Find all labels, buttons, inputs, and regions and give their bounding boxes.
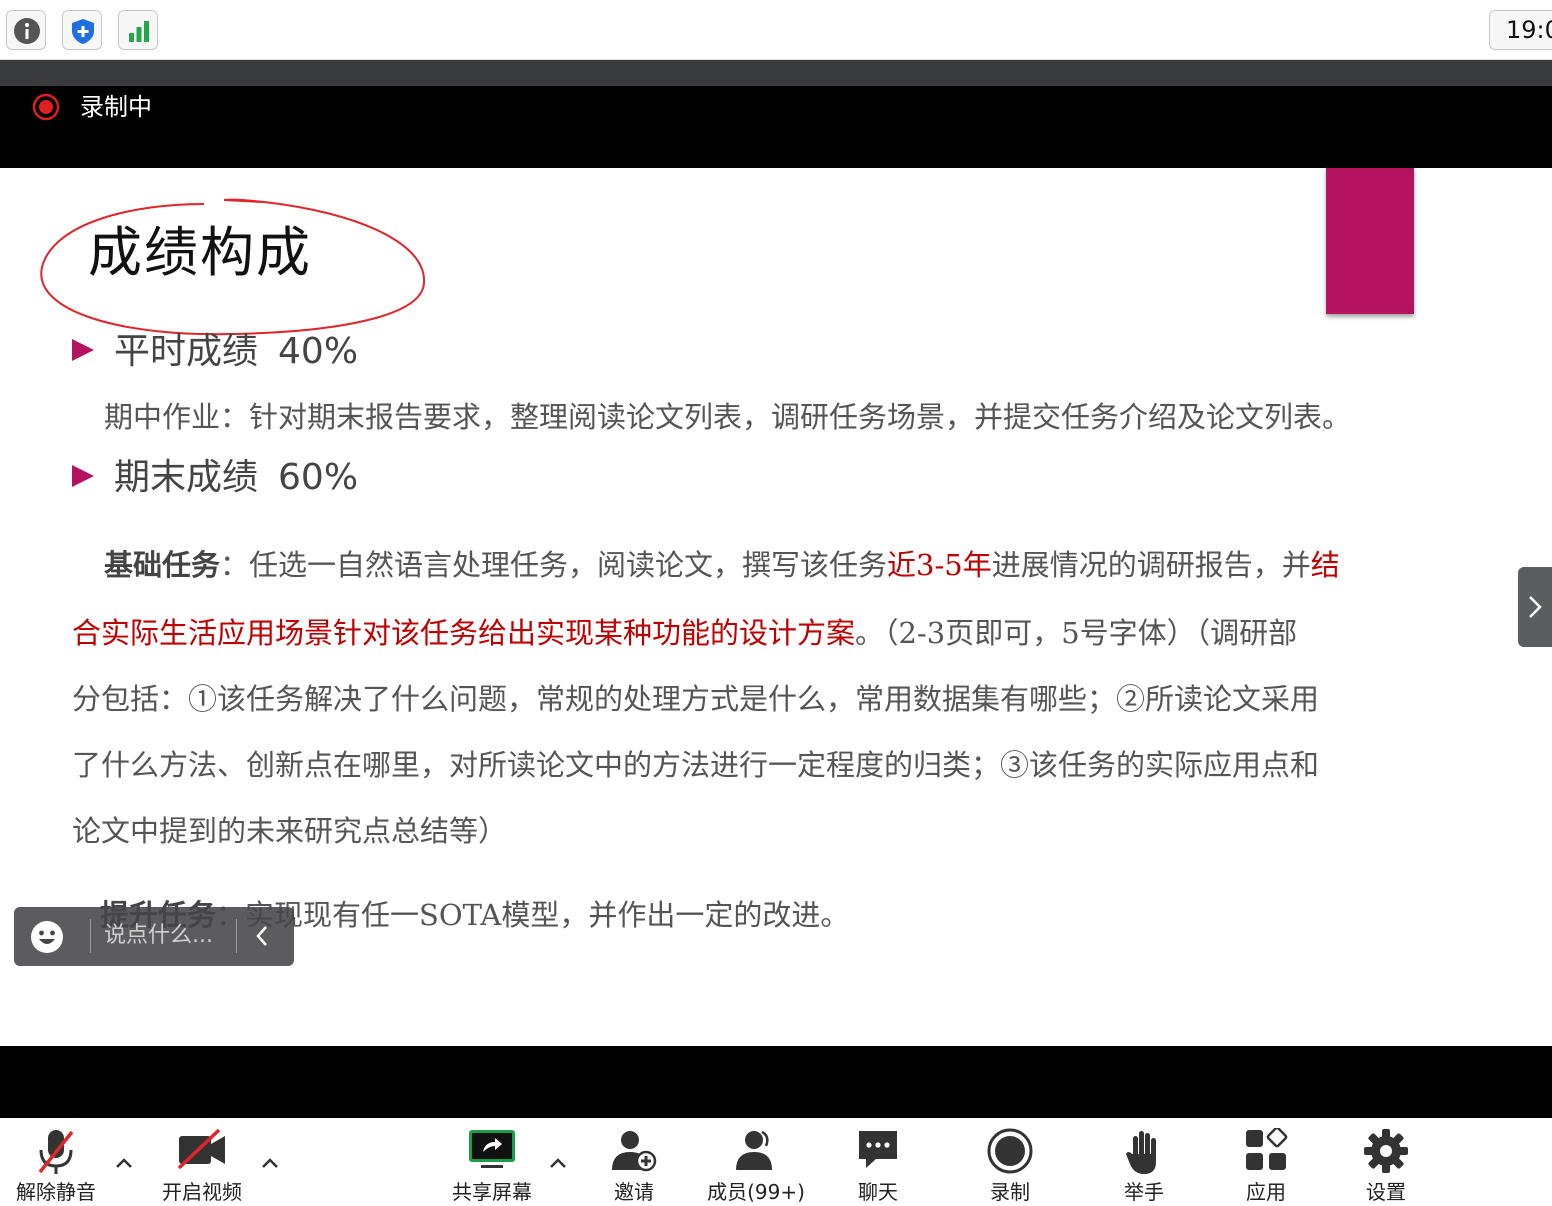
bullet-percent: 40% [278,331,359,372]
chat-separator [90,919,91,953]
signal-bars-icon[interactable] [118,10,158,50]
top-status-bar: 19:0 [0,0,1552,60]
clock: 19:0 [1489,10,1552,50]
midterm-line: 期中作业：针对期末报告要求，整理阅读论文列表，调研任务场景，并提交任务介绍及论文… [104,396,1351,438]
shield-icon[interactable] [62,10,102,50]
info-icon[interactable] [6,10,46,50]
recording-label: 录制中 [80,93,152,121]
raise-hand-button[interactable]: 举手 [1104,1118,1184,1204]
add-person-icon [612,1131,657,1172]
muted-microphone-icon [38,1130,74,1174]
video-off-icon [177,1128,225,1170]
basic-task-line-3: 分包括：①该任务解决了什么问题，常规的处理方式是什么，常用数据集有哪些；②所读论… [72,682,1320,716]
bullet-label: 平时成绩 [114,331,259,372]
bullet-percent: 60% [278,457,359,498]
chevron-up-icon[interactable] [260,1156,280,1170]
basic-task-line-5: 论文中提到的未来研究点总结等） [72,814,508,848]
basic-task-text-b: 进展情况的调研报告，并 [991,548,1311,582]
expand-panel-button[interactable] [1518,567,1552,647]
raise-hand-icon [1126,1131,1156,1174]
basic-task-line-2: 合实际生活应用场景针对该任务给出实现某种功能的设计方案。（2-3页即可，5号字体… [72,612,1297,654]
unmute-button[interactable]: 解除静音 [6,1118,106,1204]
chat-input[interactable]: 说点什么... [104,921,213,951]
basic-task-colon: ： [220,548,250,582]
chat-separator [236,919,237,953]
basic-task-text-c: 。（2-3页即可，5号字体）（调研部 [855,616,1298,650]
apps-button[interactable]: 应用 [1226,1118,1306,1204]
basic-task-line-4: 了什么方法、创新点在哪里，对所读论文中的方法进行一定程度的归类；③该任务的实际应… [72,748,1320,782]
record-button[interactable]: 录制 [970,1118,1050,1204]
slide-title: 成绩构成 [88,221,312,284]
apps-grid-icon [1246,1128,1288,1170]
basic-task-highlight-design: 合实际生活应用场景针对该任务给出实现某种功能的设计方案 [72,616,856,650]
chevron-up-icon[interactable] [548,1156,568,1170]
record-label: 录制 [990,1180,1030,1204]
advanced-task-text: 实现现有任一SOTA模型，并作出一定的改进。 [245,898,850,932]
share-screen-button[interactable]: 共享屏幕 [442,1118,542,1204]
bullet-final-grade: 期末成绩 60% [72,454,358,502]
bullet-triangle-icon [72,339,94,361]
bullet-triangle-icon [72,465,94,487]
basic-task-text-a: 任选一自然语言处理任务，阅读论文，撰写该任务 [249,548,888,582]
bullet-label: 期末成绩 [114,457,259,498]
slide-bottom-bar [0,1046,1552,1118]
chat-bubble-icon [859,1131,897,1168]
chevron-up-icon[interactable] [114,1156,134,1170]
basic-task-line-1: 基础任务：任选一自然语言处理任务，阅读论文，撰写该任务近3-5年进展情况的调研报… [104,544,1340,586]
basic-task-highlight-years: 近3-5年 [887,548,992,582]
start-video-button[interactable]: 开启视频 [152,1118,252,1204]
chevron-right-icon [1529,596,1542,618]
gear-icon [1364,1129,1408,1173]
chat-button[interactable]: 聊天 [838,1118,918,1204]
settings-button[interactable]: 设置 [1346,1118,1426,1204]
settings-label: 设置 [1366,1180,1406,1204]
meeting-toolbar: 解除静音 开启视频 共享屏幕 邀请 成员(99+) 聊天 录制 举手 应用 设置 [0,1118,1552,1204]
apps-label: 应用 [1246,1180,1286,1204]
share-screen-label: 共享屏幕 [452,1180,532,1204]
chevron-left-icon[interactable] [254,924,270,948]
record-icon [987,1128,1033,1174]
members-icon [736,1130,772,1170]
invite-label: 邀请 [614,1180,654,1204]
raise-hand-label: 举手 [1124,1180,1164,1204]
emoji-icon[interactable] [30,920,64,954]
midterm-text: 针对期末报告要求，整理阅读论文列表，调研任务场景，并提交任务介绍及论文列表。 [249,400,1352,434]
basic-task-highlight-start: 结 [1310,548,1340,582]
slide-accent-block [1326,168,1414,314]
bullet-regular-grade: 平时成绩 40% [72,328,358,376]
window-divider [0,60,1552,88]
basic-task-label: 基础任务 [104,548,221,582]
share-screen-icon [469,1130,515,1168]
chat-input-bar[interactable]: 说点什么... [14,907,294,966]
chat-label: 聊天 [858,1180,898,1204]
start-video-label: 开启视频 [162,1180,242,1204]
members-label: 成员(99+) [707,1180,805,1204]
recording-indicator-icon [32,93,60,121]
members-button[interactable]: 成员(99+) [700,1118,812,1204]
recording-bar [0,86,1552,168]
unmute-label: 解除静音 [16,1180,96,1204]
invite-button[interactable]: 邀请 [594,1118,674,1204]
midterm-label: 期中作业： [104,400,250,434]
